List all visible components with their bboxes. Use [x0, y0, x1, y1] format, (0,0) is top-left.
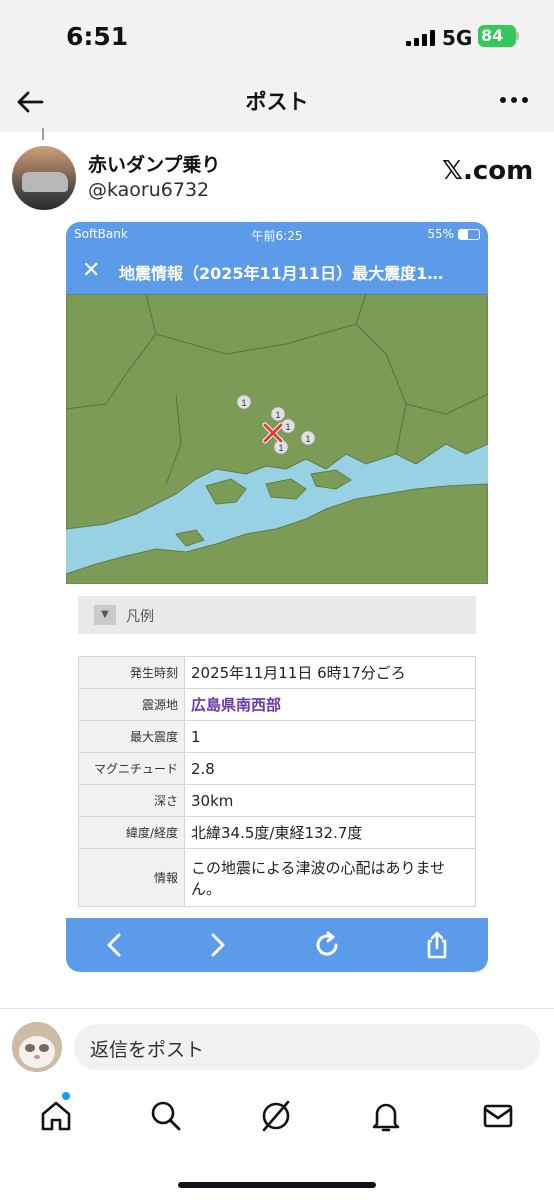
thread-line: [42, 128, 44, 140]
mail-icon[interactable]: [480, 1098, 516, 1134]
legend-toggle[interactable]: ▼ 凡例: [78, 596, 476, 634]
row-key: 最大震度: [78, 720, 185, 753]
search-icon[interactable]: [148, 1098, 184, 1134]
epicenter-link: 広島県南西部: [184, 688, 476, 721]
reply-placeholder: 返信をポスト: [90, 1039, 205, 1061]
row-key: 深さ: [78, 784, 185, 817]
divider: [0, 1008, 554, 1009]
legend-label: 凡例: [126, 609, 154, 625]
map-island: [310, 469, 352, 490]
intensity-marker: 1: [300, 430, 316, 446]
marker-label: 1: [305, 434, 310, 444]
avatar-car-shape: [22, 172, 68, 192]
table-row: 情報 この地震による津波の心配はありません。: [78, 848, 476, 907]
attached-image[interactable]: SoftBank 午前6:25 55% ✕ 地震情報（2025年11月11日）最…: [66, 222, 488, 972]
embedded-battery-icon: [458, 229, 480, 240]
row-value: 北緯34.5度/東経132.7度: [184, 816, 476, 849]
row-value: 2025年11月11日 6時17分ごろ: [184, 656, 476, 689]
top-header: ポスト: [0, 76, 554, 132]
user-avatar[interactable]: [12, 1022, 62, 1072]
triangle-down-icon: ▼: [94, 605, 116, 625]
table-row: 発生時刻 2025年11月11日 6時17分ごろ: [78, 656, 476, 689]
share-icon: [427, 931, 447, 959]
close-icon: ✕: [82, 258, 101, 283]
refresh-icon: [316, 931, 338, 956]
row-key: 発生時刻: [78, 656, 185, 689]
signal-icon: [406, 30, 435, 46]
battery-icon: 84: [478, 25, 516, 47]
earthquake-info-table: 発生時刻 2025年11月11日 6時17分ごろ 震源地 広島県南西部 最大震度…: [78, 656, 476, 907]
notification-dot: [62, 1092, 70, 1100]
home-icon[interactable]: [38, 1098, 74, 1134]
table-row: 緯度/経度 北緯34.5度/東経132.7度: [78, 816, 476, 849]
cat-avatar-icon: [12, 1022, 62, 1072]
author-avatar[interactable]: [12, 146, 76, 210]
row-value: この地震による津波の心配はありません。: [184, 848, 476, 907]
row-value: 30km: [184, 784, 476, 817]
earthquake-map: 1 1 1 1 1: [66, 294, 488, 584]
home-indicator: [178, 1182, 376, 1188]
author-handle[interactable]: @kaoru6732: [88, 179, 209, 201]
source-label: 𝕏.com: [442, 156, 534, 186]
embedded-nav-bar: ✕ 地震情報（2025年11月11日）最大震度1…: [66, 246, 488, 294]
status-bar: 6:51 5G 84: [0, 0, 554, 76]
marker-label: 1: [278, 443, 283, 453]
intensity-marker: 1: [236, 394, 252, 410]
marker-label: 1: [241, 398, 246, 408]
map-island: [205, 478, 247, 505]
battery-level: 84: [481, 26, 504, 45]
table-row: マグニチュード 2.8: [78, 752, 476, 785]
row-value: 1: [184, 720, 476, 753]
row-key: 情報: [78, 848, 185, 907]
embedded-battery-percent: 55%: [427, 227, 454, 241]
map-island: [175, 529, 205, 547]
row-key: 震源地: [78, 688, 185, 721]
status-time: 6:51: [66, 22, 129, 51]
row-value: 2.8: [184, 752, 476, 785]
table-row: 最大震度 1: [78, 720, 476, 753]
marker-label: 1: [285, 422, 290, 432]
embedded-time: 午前6:25: [251, 229, 303, 243]
reply-input[interactable]: 返信をポスト: [74, 1024, 540, 1070]
more-options-icon[interactable]: [498, 92, 530, 108]
map-island: [265, 478, 307, 500]
marker-label: 1: [275, 410, 280, 420]
chevron-left-icon: [107, 933, 121, 957]
bell-icon[interactable]: [368, 1098, 404, 1134]
table-row: 深さ 30km: [78, 784, 476, 817]
embedded-browser-toolbar: [66, 918, 488, 972]
battery-cap: [516, 32, 519, 40]
network-label: 5G: [442, 26, 473, 50]
table-row: 震源地 広島県南西部: [78, 688, 476, 721]
chevron-right-icon: [211, 933, 225, 957]
embedded-status-bar: SoftBank 午前6:25 55%: [66, 222, 488, 246]
embedded-page-title: 地震情報（2025年11月11日）最大震度1…: [119, 264, 444, 283]
author-name[interactable]: 赤いダンプ乗り: [88, 150, 220, 177]
row-key: 緯度/経度: [78, 816, 185, 849]
row-key: マグニチュード: [78, 752, 185, 785]
grok-icon[interactable]: [258, 1098, 294, 1134]
intensity-marker: 1: [270, 406, 286, 422]
page-title: ポスト: [245, 90, 309, 114]
